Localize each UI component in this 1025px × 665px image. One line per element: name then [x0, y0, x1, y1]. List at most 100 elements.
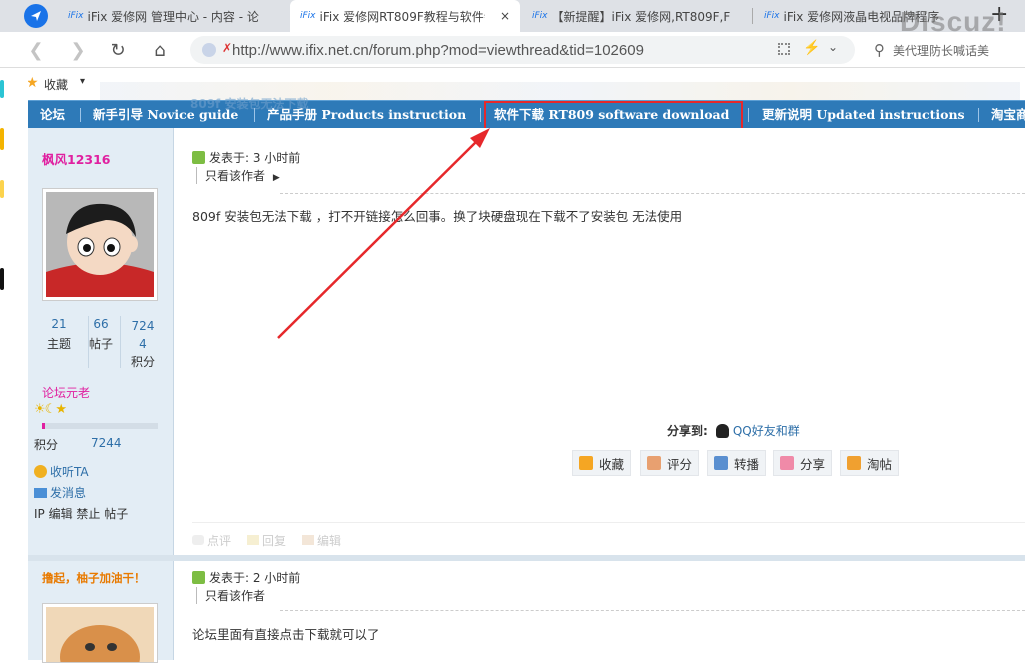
address-input[interactable]: ✗ http://www.ifix.net.cn/forum.php?mod=v…	[190, 36, 855, 64]
browser-logo-icon[interactable]	[24, 4, 48, 28]
nav-updated-instructions[interactable]: 更新说明 Updated instructions	[762, 101, 965, 128]
share-qq-link[interactable]: QQ好友和群	[733, 422, 800, 439]
author-online-icon	[192, 571, 205, 584]
side-app-icon[interactable]	[0, 128, 4, 150]
chevron-down-icon[interactable]: ⌄	[828, 40, 838, 54]
post-content: 论坛里面有直接点击下载就可以了	[192, 627, 380, 642]
admin-links[interactable]: IP 编辑 禁止 帖子	[34, 505, 128, 522]
avatar[interactable]	[42, 603, 158, 665]
repost-icon	[714, 456, 728, 470]
side-app-icon[interactable]	[0, 80, 4, 98]
qq-icon	[715, 423, 729, 438]
follow-link[interactable]: 收听TA	[34, 463, 89, 480]
tab-rt809f-tutorial[interactable]: iFix iFix 爱修网RT809F教程与软件会 ×	[290, 0, 520, 32]
tab-title: iFix 爱修网 管理中心 - 内容 - 论	[87, 9, 259, 24]
ifix-favicon-icon: iFix	[300, 11, 316, 21]
side-app-icon[interactable]	[0, 180, 4, 198]
rate-label: 评分	[667, 456, 693, 472]
home-button[interactable]: ⌂	[148, 38, 172, 62]
only-author-link[interactable]: 只看该作者	[196, 587, 265, 604]
side-app-icon[interactable]	[0, 268, 4, 290]
share-action-label: 分享	[800, 456, 826, 472]
reply-label: 回复	[262, 534, 287, 548]
message-link[interactable]: 发消息	[34, 484, 86, 501]
stat-posts[interactable]: 66 帖子	[84, 317, 118, 352]
post-footer-divider	[192, 522, 1025, 523]
message-label: 发消息	[50, 486, 87, 500]
comment-button[interactable]: 点评	[192, 532, 231, 549]
nav-products-instruction[interactable]: 产品手册 Products instruction	[267, 101, 466, 128]
search-text: 美代理防长喊话美	[893, 43, 990, 58]
ifix-favicon-icon: iFix	[764, 11, 780, 21]
stat-value: 7244	[131, 319, 155, 351]
follow-label: 收听TA	[50, 465, 89, 479]
discuz-watermark: Discuz!	[900, 6, 1007, 37]
tab-divider	[752, 8, 753, 24]
reply-icon	[247, 535, 260, 545]
star-icon: ★	[55, 402, 67, 417]
tab-new-reminder[interactable]: iFix 【新提醒】iFix 爱修网,RT809F,F	[522, 0, 752, 32]
share-row: 分享到: QQ好友和群	[667, 422, 800, 439]
lightning-icon[interactable]: ⚡	[803, 39, 820, 56]
stat-label: 积分	[130, 355, 155, 369]
favorite-button[interactable]: 收藏	[572, 450, 632, 476]
star-icon	[579, 456, 593, 470]
stat-label: 帖子	[88, 337, 113, 351]
edit-label: 编辑	[317, 534, 342, 548]
nav-forum[interactable]: 论坛	[40, 101, 65, 128]
points-value: 7244	[91, 436, 122, 450]
points-label: 积分	[34, 438, 59, 452]
tab-admin-center[interactable]: iFix iFix 爱修网 管理中心 - 内容 - 论	[58, 0, 288, 32]
rank-title[interactable]: 论坛元老	[42, 384, 90, 401]
rate-button[interactable]: 评分	[640, 450, 700, 476]
post-header: 发表于: 2 小时前	[192, 569, 300, 586]
envelope-icon	[34, 487, 47, 498]
nav-divider	[748, 108, 749, 122]
site-info-icon[interactable]	[202, 43, 216, 57]
forward-button[interactable]: ❯	[66, 38, 90, 62]
browser-tab-bar: iFix iFix 爱修网 管理中心 - 内容 - 论 iFix iFix 爱修…	[0, 0, 1025, 32]
post-footer: 点评 回复 编辑	[192, 532, 341, 549]
post-area-2: 发表于: 2 小时前 只看该作者 论坛里面有直接点击下载就可以了	[174, 561, 1025, 660]
chevron-down-icon[interactable]: ▾	[80, 76, 85, 87]
collect-button[interactable]: 淘帖	[840, 450, 900, 476]
stat-threads[interactable]: 21 主题	[42, 317, 76, 352]
comment-label: 点评	[207, 534, 232, 548]
favorite-label: 收藏	[599, 456, 625, 472]
rank-icons: ☀☾★	[34, 402, 67, 417]
bookmark-favorites[interactable]: 收藏	[44, 76, 68, 93]
author-name[interactable]: 枫风12316	[42, 149, 111, 168]
ifix-favicon-icon: iFix	[68, 11, 84, 21]
header-divider	[280, 193, 1025, 194]
share-button[interactable]: 分享	[773, 450, 833, 476]
only-author-link[interactable]: 只看该作者 ▶	[196, 167, 280, 184]
repost-button[interactable]: 转播	[707, 450, 767, 476]
only-author-label: 只看该作者	[205, 169, 266, 183]
back-button[interactable]: ❮	[24, 38, 48, 62]
search-box[interactable]: ⚲ 美代理防长喊话美	[868, 36, 1025, 64]
stat-points[interactable]: 7244 积分	[126, 317, 160, 370]
nav-taobao[interactable]: 淘宝商	[991, 101, 1025, 128]
close-tab-icon[interactable]: ×	[492, 9, 510, 23]
nav-divider	[978, 108, 979, 122]
moon-icon: ☾	[44, 402, 57, 417]
edit-button[interactable]: 编辑	[302, 532, 341, 549]
reply-button[interactable]: 回复	[247, 532, 286, 549]
post-header: 发表于: 3 小时前	[192, 149, 300, 166]
stat-value: 21	[51, 317, 67, 331]
avatar[interactable]	[42, 188, 158, 301]
reload-button[interactable]: ↻	[106, 38, 130, 62]
stats-divider	[120, 316, 121, 368]
address-toolbar: ❮ ❯ ↻ ⌂ ✗ http://www.ifix.net.cn/forum.p…	[0, 32, 1025, 68]
author-name[interactable]: 撸起，柚子加油干！	[42, 570, 146, 586]
caret-right-icon: ▶	[272, 173, 280, 183]
tab-title: 【新提醒】iFix 爱修网,RT809F,F	[551, 9, 731, 24]
comment-icon	[192, 535, 204, 545]
qr-code-icon[interactable]	[778, 43, 790, 55]
repost-label: 转播	[734, 456, 760, 472]
insecure-lock-icon: ✗	[222, 41, 233, 55]
bookmarks-bar: ★ 收藏 ▾	[0, 68, 1025, 100]
nav-novice-guide[interactable]: 新手引导 Novice guide	[93, 101, 238, 128]
nav-divider	[254, 108, 255, 122]
post-time: 发表于: 3 小时前	[209, 151, 301, 165]
